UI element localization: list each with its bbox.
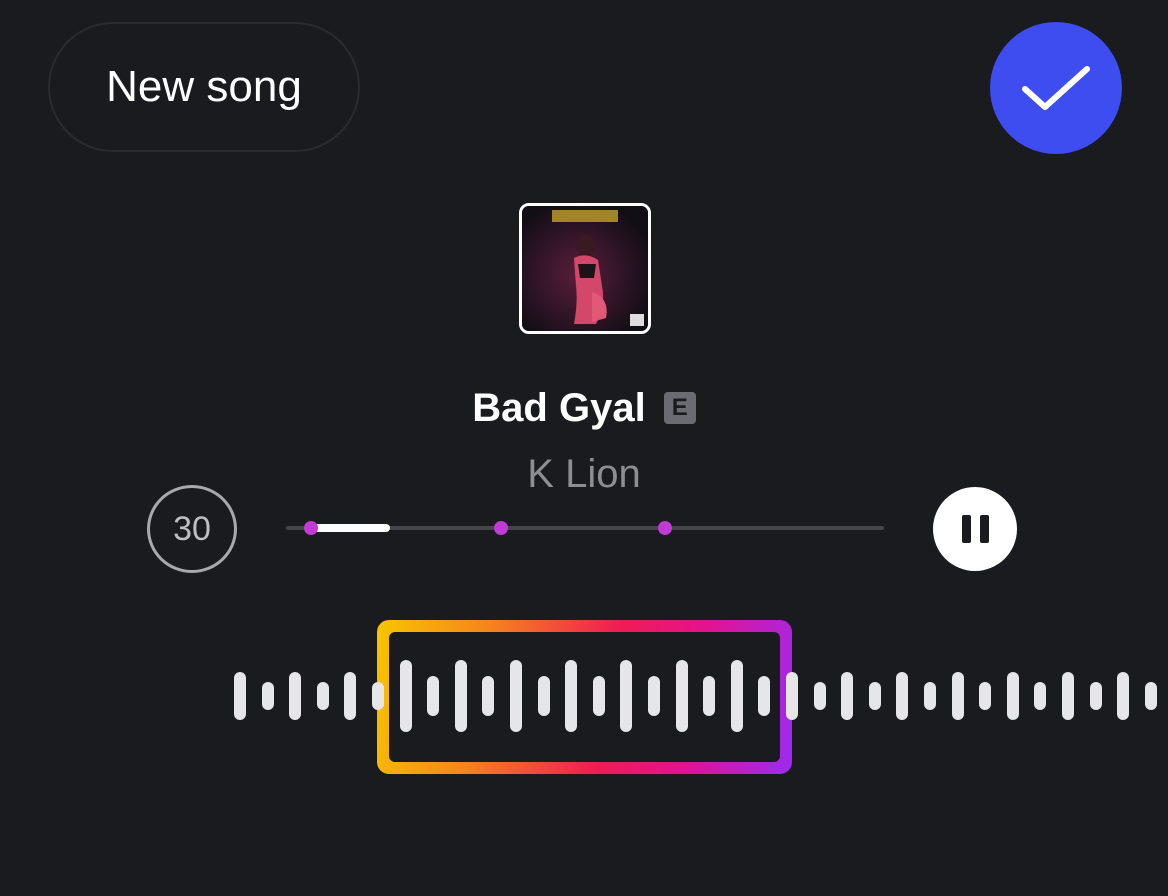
waveform-bar <box>427 676 440 716</box>
waveform-bar <box>1034 682 1047 710</box>
album-cover-image <box>522 206 648 331</box>
waveform-bar <box>675 660 688 732</box>
explicit-badge: E <box>663 392 696 424</box>
waveform-bar <box>344 672 357 720</box>
new-song-label: New song <box>106 62 302 111</box>
waveform-bar <box>565 660 578 732</box>
waveform-bar <box>234 672 246 720</box>
waveform-bar <box>454 660 467 732</box>
song-title: Bad Gyal <box>472 385 646 430</box>
waveform-bar <box>813 682 826 710</box>
album-cover <box>519 203 651 334</box>
timeline-marker[interactable] <box>658 521 672 535</box>
waveform-bar <box>510 660 522 732</box>
track-title-row: Bad Gyal E <box>0 380 1168 436</box>
waveform-bar <box>924 682 936 710</box>
waveform-bar <box>261 682 274 710</box>
waveform-bar <box>537 676 550 716</box>
done-button[interactable] <box>990 22 1122 154</box>
waveform-bar <box>868 682 881 710</box>
new-song-button[interactable]: New song <box>48 22 360 152</box>
pause-button[interactable] <box>933 487 1017 571</box>
timeline-progress <box>312 524 390 532</box>
waveform-bar <box>951 672 964 720</box>
waveform-bar <box>786 672 798 720</box>
checkmark-icon <box>1022 66 1090 110</box>
waveform-bar <box>703 676 716 716</box>
waveform-bar <box>316 682 329 710</box>
waveform-bar <box>730 660 743 732</box>
waveform-bar <box>841 672 854 720</box>
timeline-marker[interactable] <box>304 521 318 535</box>
waveform-bar <box>620 660 633 732</box>
waveform-bar <box>289 672 302 720</box>
timeline-marker[interactable] <box>494 521 508 535</box>
waveform-bar <box>482 676 495 716</box>
audio-waveform[interactable] <box>0 640 1168 740</box>
waveform-bar <box>1006 672 1019 720</box>
waveform-bar <box>1144 682 1157 710</box>
waveform-bar <box>1062 672 1074 720</box>
duration-label: 30 <box>173 509 211 548</box>
waveform-bar <box>1117 672 1130 720</box>
waveform-bar <box>648 676 660 716</box>
waveform-bar <box>1089 682 1102 710</box>
duration-selector-button[interactable]: 30 <box>147 485 237 573</box>
pause-icon <box>961 515 989 543</box>
waveform-bar <box>896 672 909 720</box>
waveform-bar <box>372 682 384 710</box>
song-timeline[interactable] <box>286 521 884 535</box>
waveform-bar <box>758 676 771 716</box>
waveform-bar <box>979 682 992 710</box>
waveform-bar <box>592 676 605 716</box>
waveform-bar <box>399 660 412 732</box>
